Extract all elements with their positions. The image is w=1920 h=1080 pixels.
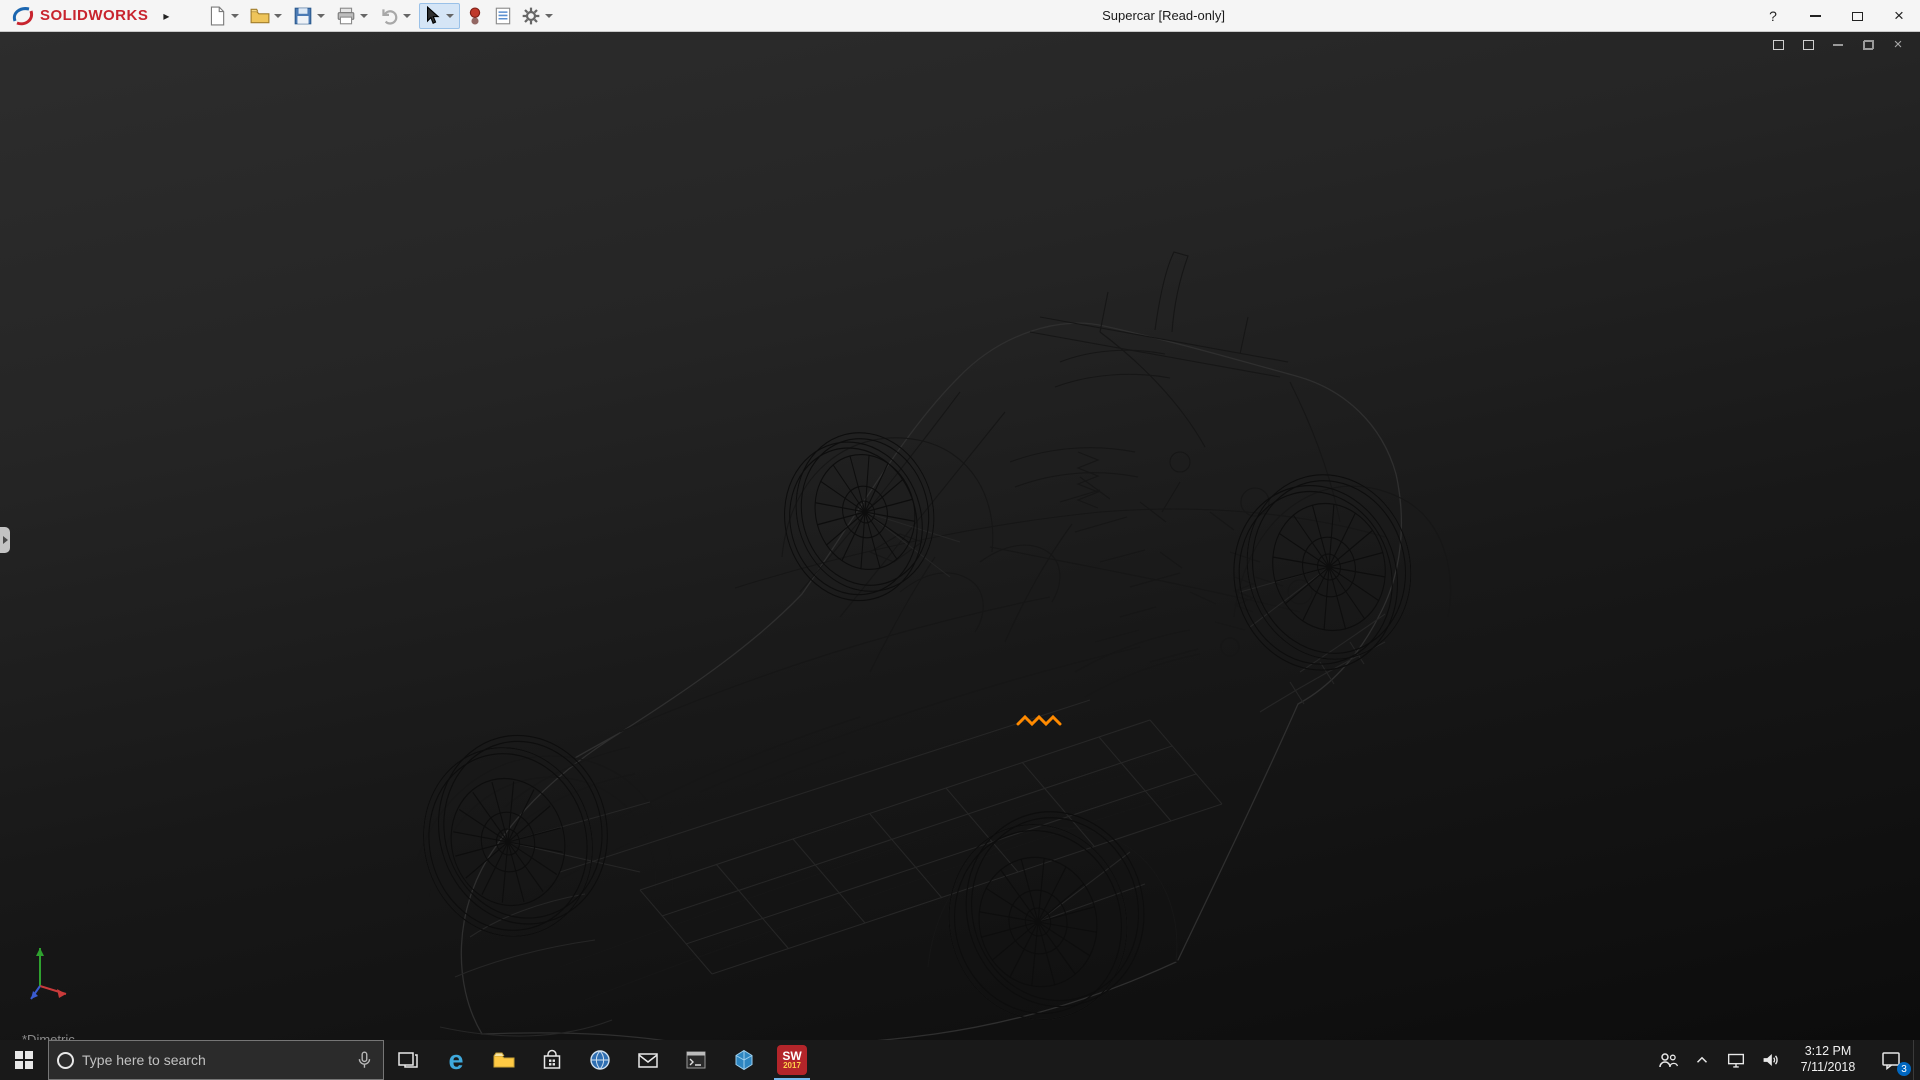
taskbar-app-browser[interactable]	[576, 1040, 624, 1080]
quick-access-toolbar	[204, 2, 559, 29]
minimize-icon	[1833, 44, 1843, 46]
cortana-icon	[57, 1051, 74, 1069]
people-icon	[1659, 1053, 1679, 1068]
notification-badge: 3	[1897, 1062, 1911, 1076]
maximize-icon	[1851, 11, 1863, 21]
file-explorer-icon	[493, 1052, 515, 1068]
file-properties-button[interactable]	[490, 3, 516, 29]
reference-triad	[30, 948, 67, 1000]
chevron-down-icon[interactable]	[545, 13, 554, 18]
new-document-button[interactable]	[204, 3, 245, 29]
maximize-button[interactable]	[1836, 0, 1878, 32]
task-view-icon	[398, 1052, 418, 1068]
chevron-down-icon[interactable]	[231, 13, 240, 18]
solidworks-app-icon: SW 2017	[777, 1045, 807, 1075]
microphone-icon[interactable]	[353, 1049, 375, 1071]
save-icon	[295, 7, 312, 24]
taskbar-app-terminal[interactable]	[672, 1040, 720, 1080]
new-document-icon	[211, 6, 225, 25]
chevron-down-icon[interactable]	[274, 13, 283, 18]
windows-logo-icon	[15, 1051, 33, 1069]
restore-icon	[1862, 40, 1874, 50]
taskbar-clock[interactable]: 3:12 PM 7/11/2018	[1787, 1040, 1869, 1080]
open-folder-icon	[250, 8, 270, 23]
taskbar-search[interactable]	[48, 1040, 384, 1080]
dock-window-button[interactable]	[1800, 38, 1816, 52]
document-close-button[interactable]: ×	[1890, 37, 1906, 52]
window-icon	[1802, 40, 1814, 50]
clock-date: 7/11/2018	[1800, 1060, 1856, 1074]
taskbar-app-3d-viewer[interactable]	[720, 1040, 768, 1080]
chevron-right-icon	[2, 536, 8, 544]
document-window-controls: ×	[1770, 37, 1906, 52]
minimize-button[interactable]	[1794, 0, 1836, 32]
store-icon	[543, 1049, 561, 1069]
help-button[interactable]: ?	[1752, 0, 1794, 32]
taskbar-app-edge[interactable]: e	[432, 1040, 480, 1080]
taskbar-app-mail[interactable]	[624, 1040, 672, 1080]
taskbar-task-view-button[interactable]	[384, 1040, 432, 1080]
show-desktop-button[interactable]	[1913, 1040, 1920, 1080]
chevron-down-icon[interactable]	[446, 13, 455, 18]
chevron-up-icon	[1696, 1056, 1708, 1063]
minimize-icon	[1809, 15, 1821, 17]
feature-tree-collapsed-tab[interactable]	[0, 527, 10, 553]
gear-icon	[523, 7, 540, 24]
search-input[interactable]	[82, 1052, 345, 1068]
globe-browser-icon	[590, 1050, 610, 1070]
terminal-icon	[686, 1051, 706, 1069]
taskbar-app-file-explorer[interactable]	[480, 1040, 528, 1080]
action-center-button[interactable]: 3	[1869, 1040, 1913, 1080]
undo-icon	[382, 8, 398, 25]
speaker-icon	[1763, 1054, 1778, 1066]
brand-text: SOLIDWORKS	[40, 7, 149, 24]
print-icon	[338, 7, 355, 24]
undo-button[interactable]	[376, 3, 417, 29]
window-icon	[1772, 40, 1784, 50]
menu-flyout-arrow[interactable]: ▸	[156, 4, 176, 28]
3d-cube-icon	[735, 1049, 753, 1071]
solidworks-logo: SOLIDWORKS	[10, 5, 148, 27]
network-button[interactable]	[1719, 1040, 1753, 1080]
chevron-down-icon[interactable]	[360, 13, 369, 18]
solidworks-logo-icon	[12, 6, 34, 25]
titlebar: SOLIDWORKS ▸ Supercar [Read-only] ? ×	[0, 0, 1920, 32]
volume-button[interactable]	[1753, 1040, 1787, 1080]
people-button[interactable]	[1651, 1040, 1685, 1080]
document-restore-button[interactable]	[1860, 38, 1876, 52]
close-button[interactable]: ×	[1878, 0, 1920, 32]
network-icon	[1727, 1053, 1745, 1068]
select-tool-button[interactable]	[419, 2, 461, 29]
clock-time: 3:12 PM	[1804, 1044, 1852, 1059]
select-cursor-icon	[427, 5, 440, 24]
float-window-button[interactable]	[1770, 38, 1786, 52]
solidworks-app-year: 2017	[783, 1061, 801, 1070]
taskbar-app-solidworks[interactable]: SW 2017	[768, 1040, 816, 1080]
print-button[interactable]	[333, 3, 374, 29]
mail-icon	[638, 1053, 658, 1068]
document-minimize-button[interactable]	[1830, 38, 1846, 52]
rebuild-button[interactable]	[462, 3, 488, 29]
view-orientation-label: *Dimetric	[22, 1032, 75, 1040]
hidden-icons-button[interactable]	[1685, 1040, 1719, 1080]
chevron-down-icon[interactable]	[317, 13, 326, 18]
start-button[interactable]	[0, 1040, 48, 1080]
selected-edge-highlight[interactable]	[1016, 714, 1062, 727]
window-title: Supercar [Read-only]	[1102, 8, 1225, 23]
window-controls: ? ×	[1752, 0, 1920, 32]
wireframe-model	[30, 251, 1452, 1040]
save-button[interactable]	[290, 3, 331, 29]
file-properties-icon	[496, 7, 511, 24]
taskbar-app-store[interactable]	[528, 1040, 576, 1080]
graphics-viewport[interactable]: × *Dimetric	[0, 32, 1920, 1040]
rebuild-traffic-light-icon	[470, 6, 481, 25]
taskbar: e	[0, 1040, 1920, 1080]
system-tray: 3:12 PM 7/11/2018 3	[1651, 1040, 1920, 1080]
chevron-down-icon[interactable]	[403, 13, 412, 18]
options-button[interactable]	[518, 3, 559, 29]
edge-icon: e	[448, 1044, 464, 1075]
open-button[interactable]	[247, 3, 288, 29]
